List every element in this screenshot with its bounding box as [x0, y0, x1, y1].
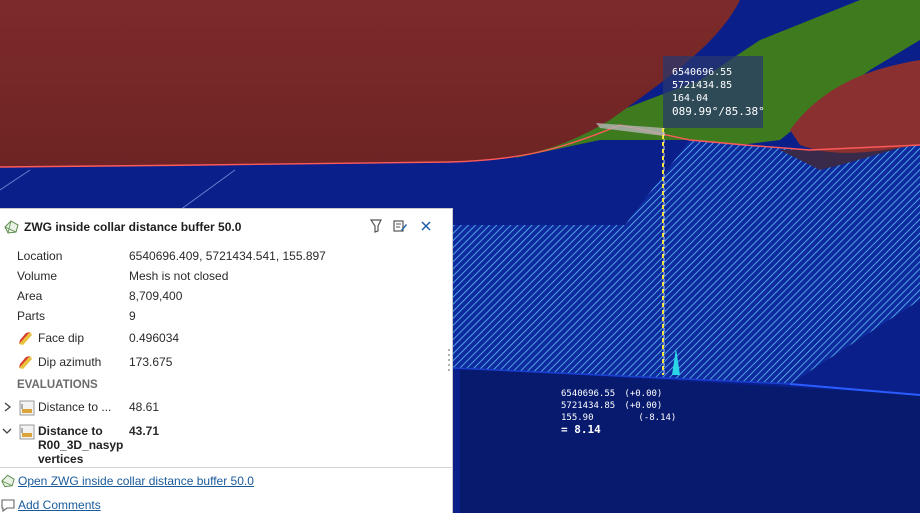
chevron-down-icon[interactable] [1, 426, 13, 436]
panel-title: ZWG inside collar distance buffer 50.0 [24, 220, 242, 234]
evaluation-value: 43.71 [129, 424, 160, 438]
property-face-dip: Face dip 0.496034 [17, 328, 447, 348]
property-label: Dip azimuth [38, 355, 102, 369]
property-label: Volume [17, 269, 58, 283]
property-value: 8,709,400 [129, 289, 183, 303]
evaluation-value: 48.61 [129, 400, 160, 414]
measurement-readout: 6540696.55 (+0.00) 5721434.85 (+0.00) 15… [561, 388, 676, 436]
mesh-icon [4, 220, 19, 234]
property-label: Location [17, 249, 63, 263]
evaluation-label: Distance to R00_3D_nasyp vertices [38, 424, 123, 466]
readout-z-delta: (-8.14) [638, 413, 677, 423]
open-object-link[interactable]: Open ZWG inside collar distance buffer 5… [18, 474, 254, 488]
property-value: 9 [129, 309, 136, 323]
readout-x: 6540696.55 [561, 389, 616, 399]
dip-azimuth-icon [19, 356, 32, 369]
readout-x-delta: (+0.00) [624, 389, 663, 399]
dip-icon [19, 332, 32, 345]
evaluation-label-line: Distance to [38, 424, 103, 438]
property-value: 173.675 [129, 355, 173, 369]
property-label: Face dip [38, 331, 85, 345]
property-volume: Volume Mesh is not closed [17, 266, 447, 286]
comment-icon [1, 499, 15, 513]
pick-tooltip: 6540696.55 5721434.85 164.04 089.99°/85.… [663, 56, 765, 128]
property-location: Location 6540696.409, 5721434.541, 155.8… [17, 246, 447, 266]
panel-header: ZWG inside collar distance buffer 50.0 [0, 209, 452, 243]
property-label: Parts [17, 309, 46, 323]
property-value: 0.496034 [129, 331, 180, 345]
tooltip-northing: 5721434.85 [672, 80, 733, 91]
evaluation-icon [19, 400, 35, 416]
property-value: 6540696.409, 5721434.541, 155.897 [129, 249, 326, 263]
evaluations-header: EVALUATIONS [17, 379, 98, 391]
evaluation-row[interactable]: Distance to ... 48.61 [0, 397, 450, 417]
readout-y-delta: (+0.00) [624, 401, 663, 411]
tooltip-orientation: 089.99°/85.38° [672, 105, 765, 118]
property-area: Area 8,709,400 [17, 286, 447, 306]
add-comments-link[interactable]: Add Comments [18, 498, 101, 512]
close-icon[interactable] [418, 218, 434, 234]
readout-y: 5721434.85 [561, 401, 616, 411]
edit-icon[interactable] [392, 218, 408, 234]
panel-resize-grip[interactable] [447, 347, 451, 373]
panel-divider [0, 467, 452, 468]
tooltip-easting: 6540696.55 [672, 67, 733, 78]
properties-panel: ZWG inside collar distance buffer 50.0 L… [0, 208, 453, 513]
property-label: Area [17, 289, 43, 303]
evaluation-label: Distance to ... [38, 400, 112, 414]
evaluation-row[interactable]: Distance to R00_3D_nasyp vertices 43.71 [0, 421, 450, 467]
tooltip-elevation: 164.04 [672, 93, 709, 104]
mesh-icon [1, 474, 15, 488]
filter-icon[interactable] [368, 218, 384, 234]
evaluation-label-line: vertices [38, 452, 84, 466]
property-parts: Parts 9 [17, 306, 447, 326]
evaluation-label-line: R00_3D_nasyp [38, 438, 124, 452]
property-value: Mesh is not closed [129, 269, 229, 283]
property-dip-azimuth: Dip azimuth 173.675 [17, 352, 447, 372]
chevron-right-icon[interactable] [2, 401, 12, 413]
evaluation-icon [19, 424, 35, 440]
readout-distance: = 8.14 [561, 423, 601, 436]
